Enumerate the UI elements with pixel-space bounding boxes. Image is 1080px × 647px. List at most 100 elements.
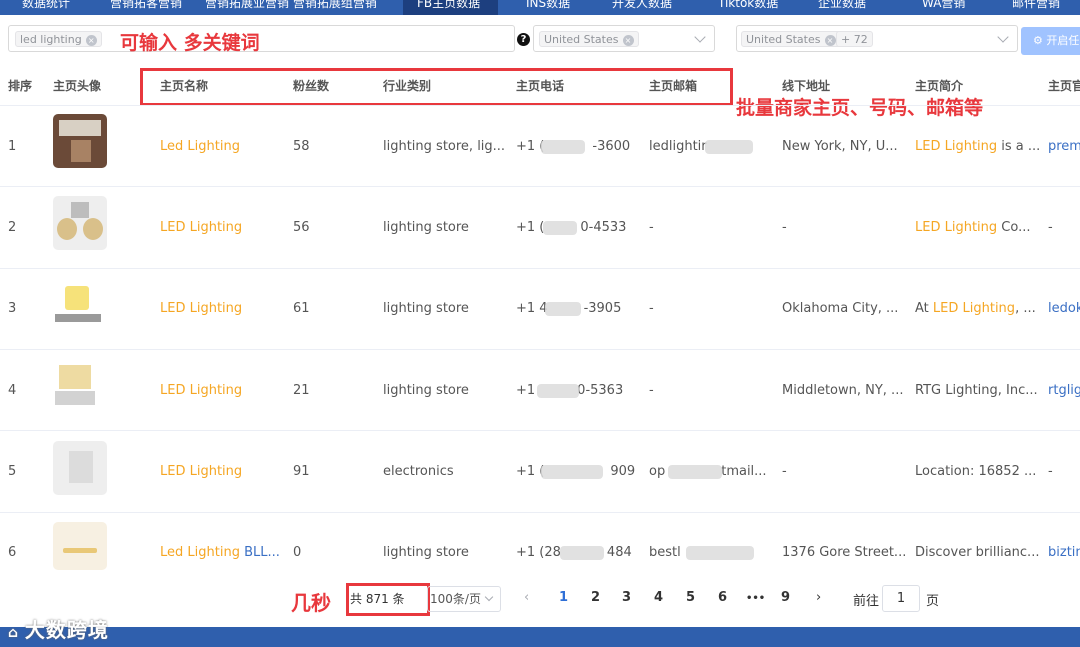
fans-cell: 0 (293, 545, 302, 560)
chevron-down-icon (694, 31, 706, 43)
intro-text: , ... (1015, 301, 1036, 316)
country-multi-select[interactable]: United States × + 72 (736, 25, 1018, 52)
homepage-link[interactable]: prem (1048, 139, 1080, 154)
country-multi-tag-label: United States (746, 33, 821, 46)
page-3[interactable]: 3 (622, 590, 631, 605)
fans-cell: 58 (293, 139, 310, 154)
more-count-tag: + 72 (836, 31, 873, 47)
start-task-label: 开启任 (1046, 34, 1080, 47)
page-name-extra: BLL... (239, 545, 280, 560)
country-select[interactable]: United States × (533, 25, 715, 52)
email-cell: bestl (649, 545, 681, 560)
close-icon[interactable]: × (85, 34, 97, 46)
avatar-pixel (55, 314, 101, 322)
avatar[interactable] (53, 196, 107, 250)
watermark: ⌂ 大数跨境 (8, 614, 109, 643)
tab-email[interactable]: 邮件营销 (1012, 0, 1060, 15)
next-page-button[interactable]: › (816, 590, 821, 605)
row-divider (0, 512, 1080, 513)
chevron-down-icon (997, 31, 1009, 43)
avatar[interactable] (53, 114, 107, 168)
fans-cell: 56 (293, 220, 310, 235)
blur-mask (705, 140, 753, 154)
intro-highlight: LED Lighting (915, 220, 998, 235)
country-tag-label: United States (544, 33, 619, 46)
avatar-pixel (63, 548, 97, 553)
help-icon[interactable]: ? (517, 33, 530, 46)
avatar[interactable] (53, 522, 107, 570)
phone-prefix: +1 ( (516, 220, 545, 235)
page-9[interactable]: 9 (781, 590, 790, 605)
email-suffix: tmail... (721, 464, 767, 479)
total-count: 共 871 条 (350, 592, 405, 606)
more-pages[interactable]: ••• (746, 593, 765, 604)
homepage-link[interactable]: rtglig (1048, 383, 1080, 398)
page-4[interactable]: 4 (654, 590, 663, 605)
industry-cell: lighting store (383, 383, 469, 398)
page-name-highlight: Led Lighting (160, 545, 240, 560)
page-size-select[interactable]: 100条/页 (427, 586, 501, 612)
top-nav-bar: 数据统计 营销拓客营销 营销拓展业营销 营销拓展组营销 FB主页数据 INS数据… (0, 0, 1080, 15)
close-icon[interactable]: × (622, 34, 634, 46)
avatar[interactable] (53, 359, 107, 413)
email-cell: ledlightir (649, 139, 707, 154)
row-divider (0, 268, 1080, 269)
page-name-link[interactable]: LED Lighting (160, 464, 242, 479)
phone-prefix: +1 4 (516, 301, 548, 316)
phone-prefix: +1 (516, 383, 536, 398)
intro-text: Co... (997, 220, 1031, 235)
tab-tiktok[interactable]: Tiktok数据 (718, 0, 778, 15)
annotation-batch: 批量商家主页、号码、邮箱等 (736, 97, 984, 119)
rank-cell: 1 (8, 139, 17, 154)
jump-suffix: 页 (926, 594, 940, 609)
row-divider (0, 349, 1080, 350)
avatar-pixel (71, 202, 89, 218)
close-icon[interactable]: × (824, 34, 836, 46)
country-tag: United States × (539, 31, 639, 47)
homepage-link[interactable]: ledok (1048, 301, 1080, 316)
tab-company[interactable]: 企业数据 (818, 0, 866, 15)
page-name-link[interactable]: LED Lighting (160, 383, 242, 398)
avatar[interactable] (53, 441, 107, 495)
tab-ins[interactable]: INS数据 (526, 0, 570, 15)
tab-statistics[interactable]: 数据统计 (22, 0, 70, 15)
address-cell: Oklahoma City, ... (782, 301, 899, 316)
tab-marketing[interactable]: 营销拓客营销 (110, 0, 182, 15)
tab-wa[interactable]: WA营销 (922, 0, 965, 15)
page-5[interactable]: 5 (686, 590, 695, 605)
tab-developer[interactable]: 开发人数据 (612, 0, 672, 15)
avatar-pixel (71, 140, 91, 162)
homepage-link[interactable]: biztin (1048, 545, 1080, 560)
homepage-cell: - (1048, 220, 1053, 235)
address-cell: - (782, 220, 787, 235)
page-size-label: 100条/页 (430, 592, 481, 606)
intro-text: At (915, 301, 933, 316)
rank-cell: 5 (8, 464, 17, 479)
page-1[interactable]: 1 (559, 590, 568, 605)
intro-cell: At LED Lighting, ... (915, 301, 1036, 316)
annotation-seconds: 几秒 (291, 591, 331, 615)
tab-industry-marketing[interactable]: 营销拓展业营销 营销拓展组营销 (205, 0, 377, 15)
jump-page-input[interactable]: 1 (882, 585, 920, 612)
header-homepage: 主页官 (1048, 79, 1080, 93)
prev-page-button[interactable]: ‹ (524, 590, 529, 605)
intro-cell: LED Lighting is a ... (915, 139, 1040, 154)
keyword-input[interactable]: led lighting × (8, 25, 515, 52)
rank-cell: 6 (8, 545, 17, 560)
address-cell: Middletown, NY, ... (782, 383, 904, 398)
page-name-link[interactable]: Led Lighting (160, 139, 240, 154)
page-6[interactable]: 6 (718, 590, 727, 605)
start-task-button[interactable]: ⚙ 开启任 (1021, 27, 1080, 55)
avatar[interactable] (53, 278, 107, 332)
address-cell: 1376 Gore Street... (782, 545, 907, 560)
phone-suffix: -3600 (592, 139, 631, 154)
tab-fb-pages[interactable]: FB主页数据 (403, 0, 498, 15)
avatar-pixel (65, 286, 89, 310)
page-name-link[interactable]: Led Lighting BLL... (160, 545, 280, 560)
page-2[interactable]: 2 (591, 590, 600, 605)
header-divider (0, 105, 1080, 106)
page-name-link[interactable]: LED Lighting (160, 220, 242, 235)
email-prefix: op (649, 464, 666, 479)
gear-icon: ⚙ (1033, 34, 1047, 47)
page-name-link[interactable]: LED Lighting (160, 301, 242, 316)
